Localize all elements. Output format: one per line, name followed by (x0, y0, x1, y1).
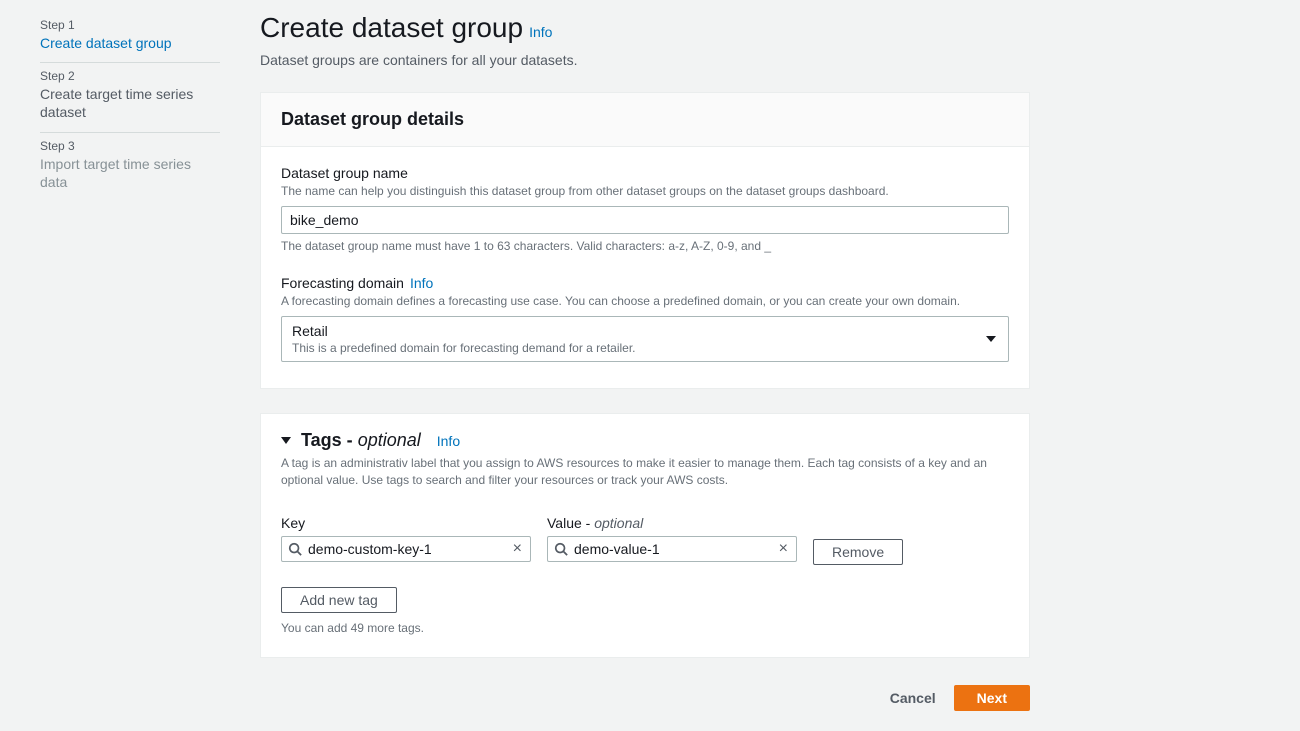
domain-help: A forecasting domain defines a forecasti… (281, 294, 1009, 308)
wizard-step-label: Step 3 (40, 139, 220, 153)
dataset-group-name-input[interactable] (281, 206, 1009, 234)
info-link-domain[interactable]: Info (410, 275, 433, 291)
info-link-tags[interactable]: Info (437, 433, 460, 449)
cancel-button[interactable]: Cancel (886, 684, 940, 712)
tag-value-input-wrapper: × (547, 536, 797, 562)
name-label: Dataset group name (281, 165, 1009, 181)
tag-key-input[interactable] (308, 541, 511, 557)
wizard-step-3: Step 3 Import target time series data (40, 133, 220, 201)
page-title: Create dataset group (260, 12, 523, 44)
search-icon (554, 542, 568, 556)
panel-header: Dataset group details (261, 93, 1029, 147)
tag-row: Key × Value - optional (281, 515, 1009, 565)
page-description: Dataset groups are containers for all yo… (260, 52, 1030, 68)
tags-panel-header[interactable]: Tags - optional Info (261, 414, 1029, 455)
forecasting-domain-select[interactable]: Retail This is a predefined domain for f… (281, 316, 1009, 362)
tag-key-input-wrapper: × (281, 536, 531, 562)
wizard-step-label: Step 1 (40, 18, 220, 32)
tags-panel: Tags - optional Info A tag is an adminis… (260, 413, 1030, 658)
add-new-tag-button[interactable]: Add new tag (281, 587, 397, 613)
next-button[interactable]: Next (954, 685, 1030, 711)
caret-down-icon (986, 331, 996, 347)
tag-value-label: Value - (547, 515, 590, 531)
wizard-nav: Step 1 Create dataset group Step 2 Creat… (40, 12, 220, 719)
disclosure-triangle-icon (281, 437, 291, 444)
search-icon (288, 542, 302, 556)
wizard-actions: Cancel Next (260, 684, 1030, 712)
main-content: Create dataset group Info Dataset groups… (260, 12, 1030, 719)
tag-limit-text: You can add 49 more tags. (281, 621, 1009, 635)
remove-tag-button[interactable]: Remove (813, 539, 903, 565)
field-forecasting-domain: Forecasting domain Info A forecasting do… (281, 275, 1009, 362)
domain-select-value: Retail (292, 323, 978, 339)
clear-value-icon[interactable]: × (777, 541, 790, 557)
panel-title: Dataset group details (281, 109, 1009, 130)
field-dataset-group-name: Dataset group name The name can help you… (281, 165, 1009, 253)
wizard-step-title: Import target time series data (40, 155, 220, 191)
tag-value-optional: optional (594, 515, 643, 531)
tags-title: Tags - (301, 430, 353, 450)
name-constraint: The dataset group name must have 1 to 63… (281, 239, 1009, 253)
dataset-group-details-panel: Dataset group details Dataset group name… (260, 92, 1030, 389)
wizard-step-1[interactable]: Step 1 Create dataset group (40, 12, 220, 63)
wizard-step-label: Step 2 (40, 69, 220, 83)
name-help: The name can help you distinguish this d… (281, 184, 1009, 198)
wizard-step-title: Create dataset group (40, 34, 220, 52)
tag-key-label: Key (281, 515, 531, 531)
domain-label: Forecasting domain (281, 275, 404, 291)
info-link-header[interactable]: Info (529, 24, 552, 40)
clear-key-icon[interactable]: × (511, 541, 524, 557)
tag-value-input[interactable] (574, 541, 777, 557)
wizard-step-title: Create target time series dataset (40, 85, 220, 121)
wizard-step-2: Step 2 Create target time series dataset (40, 63, 220, 132)
tags-title-optional: optional (358, 430, 421, 450)
domain-select-sub: This is a predefined domain for forecast… (292, 341, 978, 355)
tags-description: A tag is an administrativ label that you… (261, 455, 1029, 503)
